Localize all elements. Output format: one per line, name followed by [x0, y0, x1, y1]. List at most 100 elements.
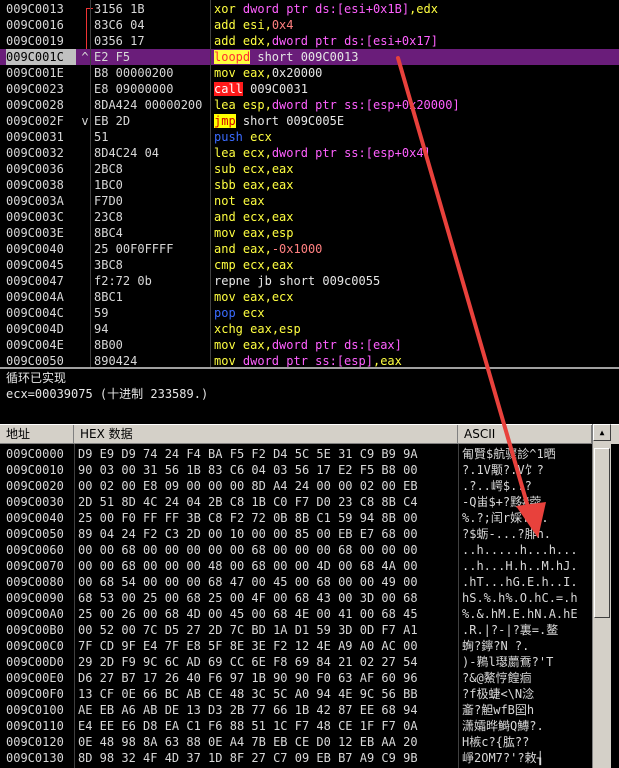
- dump-scrollbar[interactable]: ▲: [592, 424, 611, 768]
- disasm-address: 009C0050: [6, 354, 64, 367]
- dump-row[interactable]: 009C0010 90 03 00 31 56 1B 83 C6 04 03 56…: [0, 462, 619, 478]
- dump-row[interactable]: 009C0040 25 00 F0 FF FF 3B C8 F2 72 0B 8B…: [0, 510, 619, 526]
- disasm-row[interactable]: 009C0038 1BC0 sbb eax,eax: [0, 177, 619, 193]
- dump-address: 009C0090: [6, 591, 64, 605]
- dump-row[interactable]: 009C0050 89 04 24 F2 C3 2D 00 10 00 00 85…: [0, 526, 619, 542]
- dump-row[interactable]: 009C0060 00 00 68 00 00 00 00 00 68 00 00…: [0, 542, 619, 558]
- disasm-row[interactable]: 009C004C 59 pop ecx: [0, 305, 619, 321]
- dump-row[interactable]: 009C0080 00 68 54 00 00 00 68 47 00 45 00…: [0, 574, 619, 590]
- column-header-address[interactable]: 地址: [0, 425, 74, 444]
- disasm-instruction: lea ecx,dword ptr ss:[esp+0x4]: [214, 145, 614, 161]
- disasm-row[interactable]: 009C002F v EB 2D jmp short 009C005E: [0, 113, 619, 129]
- dump-row[interactable]: 009C00B0 00 52 00 7C D5 27 2D 7C BD 1A D1…: [0, 622, 619, 638]
- instruction-token: eax: [242, 178, 265, 192]
- dump-hex-bytes: AE EB A6 AB DE 13 D3 2B 77 66 1B 42 87 E…: [78, 703, 418, 717]
- instruction-token: dword ptr ds:[esi+0x17]: [271, 34, 438, 48]
- dump-row[interactable]: 009C0130 8D 98 32 4F 4D 37 1D 8F 27 C7 09…: [0, 750, 619, 766]
- disasm-row-selected[interactable]: 009C001C ^ E2 F5 loopd short 009C0013: [0, 49, 619, 65]
- disasm-row[interactable]: 009C0047 f2:72 0b repne jb short 009c0055: [0, 273, 619, 289]
- disasm-row[interactable]: 009C0028 8DA424 00000200 lea esp,dword ptr…: [0, 97, 619, 113]
- info-status: 循环已实现: [6, 371, 67, 385]
- disasm-bytes: 8B00: [94, 338, 123, 352]
- dump-row[interactable]: 009C0120 0E 48 98 8A 63 88 0E A4 7B EB CE…: [0, 734, 619, 750]
- info-pane: 循环已实现 ecx=00039075 (十进制 233589.): [0, 367, 619, 426]
- instruction-token: mov: [214, 290, 243, 304]
- instruction-token: sbb: [214, 178, 243, 192]
- instruction-token: sub: [214, 162, 243, 176]
- disasm-row[interactable]: 009C0032 8D4C24 04 lea ecx,dword ptr ss:[e…: [0, 145, 619, 161]
- disasm-bytes: 3BC8: [94, 258, 123, 272]
- disasm-instruction: mov eax,0x20000: [214, 65, 614, 81]
- instruction-token: ,: [264, 34, 272, 48]
- disasm-row[interactable]: 009C0036 2BC8 sub ecx,eax: [0, 161, 619, 177]
- disasm-address: 009C002F: [6, 114, 64, 128]
- dump-row[interactable]: 009C0020 00 02 00 E8 09 00 00 00 8D A4 24…: [0, 478, 619, 494]
- scroll-thumb[interactable]: [594, 448, 610, 618]
- disasm-bytes: E8 09000000: [94, 82, 174, 96]
- disasm-bytes: f2:72 0b: [94, 274, 152, 288]
- dump-row[interactable]: 009C00E0 D6 27 B7 17 26 40 F6 97 1B 90 90…: [0, 670, 619, 686]
- disasm-row[interactable]: 009C003A F7D0 not eax: [0, 193, 619, 209]
- column-header-ascii[interactable]: ASCII: [458, 425, 592, 444]
- dump-row[interactable]: 009C0100 AE EB A6 AB DE 13 D3 2B 77 66 1B…: [0, 702, 619, 718]
- disasm-row[interactable]: 009C0023 E8 09000000 call 009C0031: [0, 81, 619, 97]
- dump-row[interactable]: 009C0110 E4 EE E6 D8 EA C1 F6 88 51 1C F7…: [0, 718, 619, 734]
- instruction-token: ,: [264, 162, 272, 176]
- dump-row[interactable]: 009C00C0 7F CD 9F E4 7F E8 5F 8E 3E F2 12…: [0, 638, 619, 654]
- dump-address: 009C0130: [6, 751, 64, 765]
- dump-address: 009C00B0: [6, 623, 64, 637]
- disasm-row[interactable]: 009C003C 23C8 and ecx,eax: [0, 209, 619, 225]
- disassembly-pane[interactable]: 009C0013 3156 1B xor dword ptr ds:[esi+0x1…: [0, 0, 619, 367]
- disasm-address: 009C003A: [6, 194, 64, 208]
- disasm-row[interactable]: 009C0050 890424 mov dword ptr ss:[esp],eax: [0, 353, 619, 367]
- disasm-bytes: 8DA424 00000200: [94, 98, 203, 112]
- dump-row[interactable]: 009C0090 68 53 00 25 00 68 25 00 4F 00 68…: [0, 590, 619, 606]
- scroll-up-arrow-icon[interactable]: ▲: [593, 424, 611, 441]
- dump-row[interactable]: 009C0070 00 00 68 00 00 00 48 00 68 00 00…: [0, 558, 619, 574]
- instruction-token: not: [214, 194, 243, 208]
- dump-row[interactable]: 009C00F0 13 CF 0E 66 BC AB CE 48 3C 5C A0…: [0, 686, 619, 702]
- instruction-token: ,: [264, 66, 272, 80]
- disasm-bytes: 25 00F0FFFF: [94, 242, 174, 256]
- disasm-row[interactable]: 009C001E B8 00000200 mov eax,0x20000: [0, 65, 619, 81]
- disasm-bytes: B8 00000200: [94, 66, 174, 80]
- disasm-row[interactable]: 009C0031 51 push ecx: [0, 129, 619, 145]
- dump-row[interactable]: 009C00A0 25 00 26 00 68 4D 00 45 00 68 4E…: [0, 606, 619, 622]
- disasm-address: 009C0023: [6, 82, 64, 96]
- dump-row[interactable]: 009C0030 2D 51 8D 4C 24 04 2B C8 1B C0 F7…: [0, 494, 619, 510]
- instruction-token: 009C0031: [242, 82, 308, 96]
- dump-header: 地址 HEX 数据 ASCII: [0, 424, 619, 445]
- dump-ascii: 蜔?鑏?N ?.: [462, 639, 530, 653]
- disasm-row[interactable]: 009C0040 25 00F0FFFF and eax,-0x1000: [0, 241, 619, 257]
- instruction-token: esp: [279, 322, 301, 336]
- instruction-token: eax: [271, 162, 294, 176]
- hex-dump-pane[interactable]: 009C0000 D9 E9 D9 74 24 F4 BA F5 F2 D4 5C…: [0, 444, 619, 768]
- instruction-token: eax: [242, 338, 265, 352]
- dump-hex-bytes: 68 53 00 25 00 68 25 00 4F 00 68 43 00 3…: [78, 591, 418, 605]
- instruction-token: edx: [242, 34, 265, 48]
- disasm-row[interactable]: 009C004A 8BC1 mov eax,ecx: [0, 289, 619, 305]
- disasm-row[interactable]: 009C0045 3BC8 cmp ecx,eax: [0, 257, 619, 273]
- instruction-token: ,: [264, 226, 272, 240]
- instruction-token: esi: [242, 18, 265, 32]
- instruction-token: ,: [264, 18, 272, 32]
- instruction-token: dword ptr ss:[esp]: [242, 354, 373, 367]
- dump-column-divider: [74, 444, 75, 768]
- disasm-row[interactable]: 009C004E 8B00 mov eax,dword ptr ds:[eax]: [0, 337, 619, 353]
- disasm-row[interactable]: 009C003E 8BC4 mov eax,esp: [0, 225, 619, 241]
- disasm-instruction: jmp short 009C005E: [214, 113, 614, 129]
- dump-ascii: H槉c?{肱??: [462, 735, 530, 749]
- dump-row[interactable]: 009C0000 D9 E9 D9 74 24 F4 BA F5 F2 D4 5C…: [0, 446, 619, 462]
- disasm-address: 009C001E: [6, 66, 64, 80]
- jump-marker-icon: ^: [81, 50, 89, 64]
- disasm-row[interactable]: 009C004D 94 xchg eax,esp: [0, 321, 619, 337]
- dump-ascii: ?.1V颙?.V饣?: [462, 463, 544, 477]
- column-header-hex[interactable]: HEX 数据: [74, 425, 458, 444]
- dump-hex-bytes: 89 04 24 F2 C3 2D 00 10 00 00 85 00 EB E…: [78, 527, 418, 541]
- disasm-instruction: call 009C0031: [214, 81, 614, 97]
- dump-row[interactable]: 009C00D0 29 2D F9 9C 6C AD 69 CC 6E F8 69…: [0, 654, 619, 670]
- instruction-token: ecx: [242, 146, 265, 160]
- instruction-token: ecx: [242, 210, 265, 224]
- instruction-token: ,: [264, 178, 272, 192]
- dump-ascii: .?..崿$..?: [462, 479, 532, 493]
